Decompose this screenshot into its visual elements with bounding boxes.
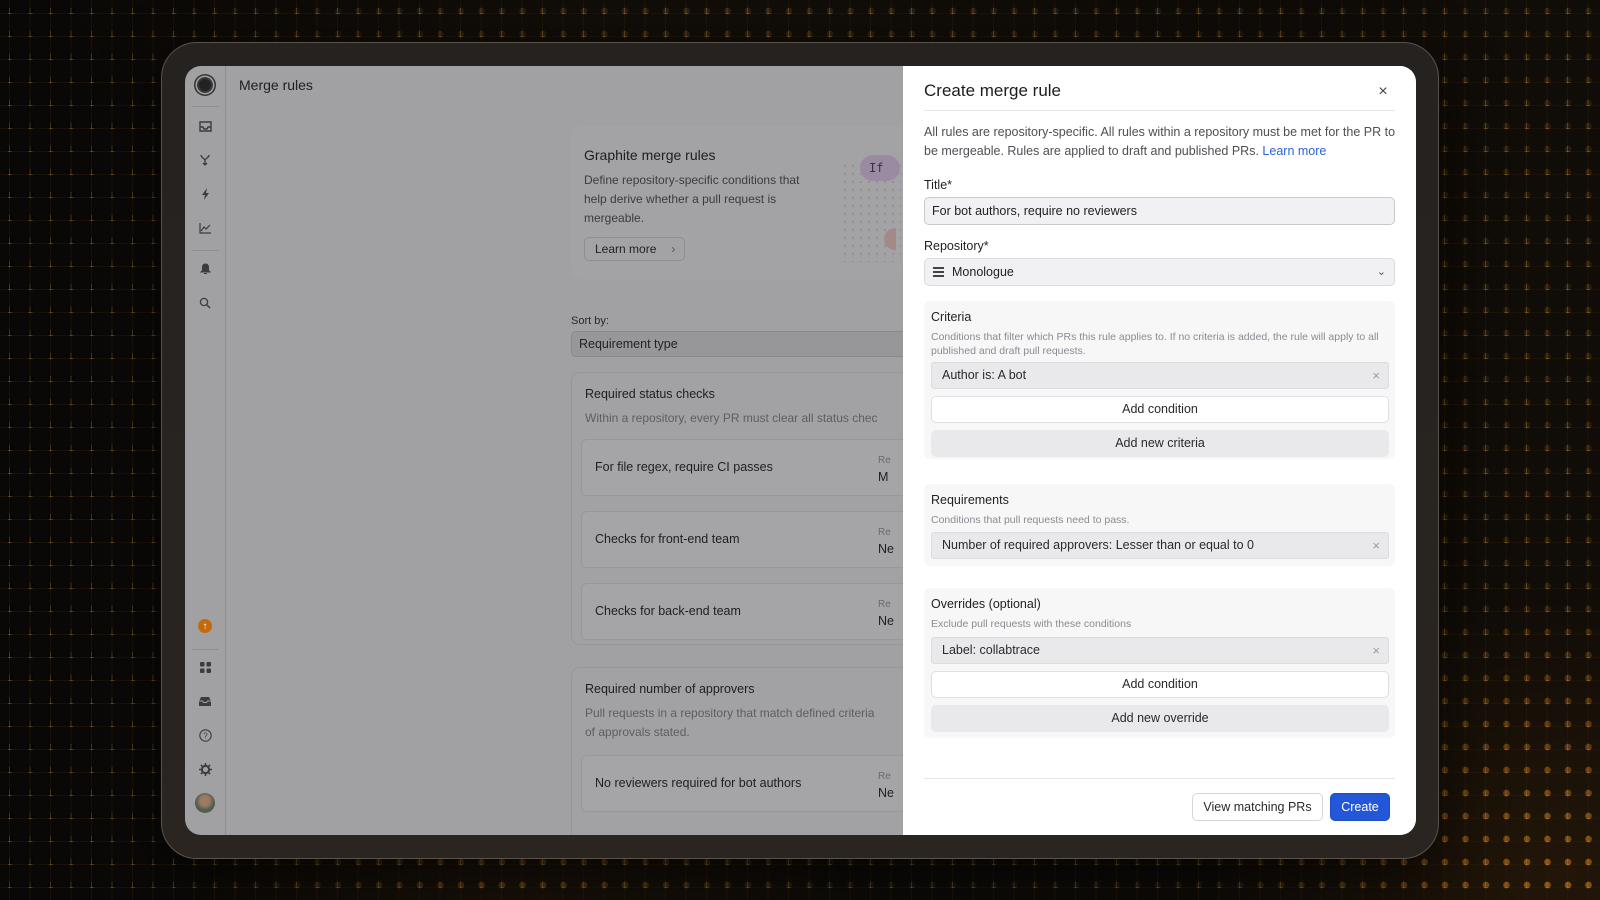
help-icon[interactable]: ? [195,725,215,745]
group-title: Required status checks [585,387,715,401]
rule-name: No reviewers required for bot authors [595,776,802,790]
repository-icon [933,267,944,277]
close-icon[interactable]: × [1373,82,1393,102]
add-new-override-button[interactable]: Add new override [931,705,1389,732]
inbox-icon[interactable] [195,116,215,136]
sidebar-divider [192,649,219,650]
rule-meta-label: Re [878,527,891,538]
rule-meta-value: Ne [878,614,894,628]
remove-condition-icon[interactable]: × [1372,363,1380,388]
chart-icon[interactable] [195,218,215,238]
sidebar: ↑ ? [185,66,226,835]
add-new-criteria-button[interactable]: Add new criteria [931,430,1389,457]
criteria-condition-chip: Author is: A bot × [931,362,1389,389]
requirement-condition-chip: Number of required approvers: Lesser tha… [931,532,1389,559]
bell-icon[interactable] [195,259,215,279]
sidebar-divider [192,106,219,107]
modal-title: Create merge rule [924,81,1062,100]
rule-name: Checks for front-end team [595,532,740,546]
graphite-logo-icon[interactable] [195,75,215,95]
group-description-line2: of approvals stated. [585,725,690,739]
requirements-description: Conditions that pull requests need to pa… [931,514,1130,526]
remove-condition-icon[interactable]: × [1372,638,1380,663]
group-description: Pull requests in a repository that match… [585,706,875,720]
rule-name: Checks for back-end team [595,604,741,618]
rule-meta-label: Re [878,599,891,610]
sidebar-divider [192,250,219,251]
rule-name: For file regex, require CI passes [595,460,773,474]
criteria-add-condition-button[interactable]: Add condition [931,396,1389,423]
rule-meta-label: Re [878,455,891,466]
tray-icon[interactable] [195,691,215,711]
title-label: Title* [924,178,953,192]
hero-learn-more-button[interactable]: Learn more › [584,237,686,261]
rule-meta-value: Ne [878,786,894,800]
criteria-section: Criteria Conditions that filter which PR… [924,301,1395,459]
group-description: Within a repository, every PR must clear… [585,411,878,425]
rule-meta-label: Re [878,771,891,782]
remove-condition-icon[interactable]: × [1372,533,1380,558]
create-button[interactable]: Create [1330,793,1390,821]
user-avatar[interactable] [195,793,215,813]
chevron-down-icon: ⌄ [1376,266,1386,278]
criteria-description: Conditions that filter which PRs this ru… [931,331,1379,357]
rule-meta-value: M [878,470,889,484]
hero-title: Graphite merge rules [584,147,716,163]
learn-more-link[interactable]: Learn more [1262,144,1326,158]
search-icon[interactable] [195,293,215,313]
lightning-icon[interactable] [195,184,215,204]
gear-icon[interactable] [195,759,215,779]
chevron-right-icon: › [671,242,676,256]
requirements-title: Requirements [931,493,1009,507]
svg-text:?: ? [203,731,208,740]
overrides-description: Exclude pull requests with these conditi… [931,618,1132,630]
group-title: Required number of approvers [585,682,755,696]
apps-grid-icon[interactable] [195,657,215,677]
hero-description: Define repository-specific conditions th… [584,173,800,225]
criteria-title: Criteria [931,310,972,324]
title-input[interactable]: For bot authors, require no reviewers [924,197,1395,225]
overrides-section: Overrides (optional) Exclude pull reques… [924,588,1395,738]
repository-label: Repository* [924,239,989,253]
if-pill-illustration: If [860,155,900,181]
rule-meta-value: Ne [878,542,894,556]
view-matching-prs-button[interactable]: View matching PRs [1192,793,1323,821]
repository-select[interactable]: Monologue ⌄ [924,258,1395,286]
create-merge-rule-panel: Create merge rule × All rules are reposi… [903,66,1416,835]
override-condition-chip: Label: collabtrace × [931,637,1389,664]
app-window: ↑ ? Merge rules Graphite merge rules Def… [185,66,1416,835]
modal-intro: All rules are repository-specific. All r… [924,125,1396,158]
page-title: Merge rules [239,77,313,93]
modal-footer-divider [924,778,1395,779]
modal-header-divider [924,110,1395,111]
merge-icon[interactable] [195,150,215,170]
overrides-add-condition-button[interactable]: Add condition [931,671,1389,698]
upgrade-arrow-icon[interactable]: ↑ [195,616,215,636]
sort-label: Sort by: [571,315,609,327]
overrides-title: Overrides (optional) [931,597,1041,611]
requirements-section: Requirements Conditions that pull reques… [924,484,1395,566]
